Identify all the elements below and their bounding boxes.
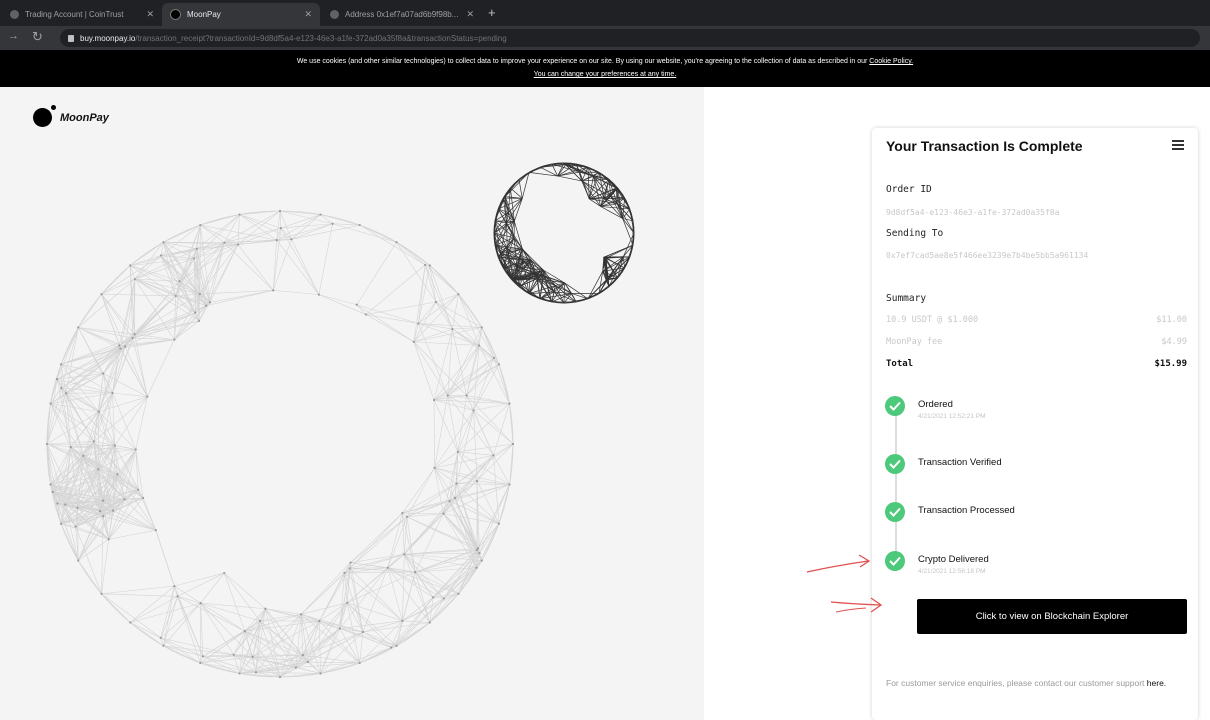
summary-row-label: 10.9 USDT @ $1.000	[886, 315, 979, 325]
browser-tab-3[interactable]: Address 0x1ef7a07ad6b9f98b... ✕	[322, 3, 482, 26]
annotation-arrow-icon	[830, 597, 883, 613]
tab-favicon-icon	[10, 10, 19, 19]
order-id-value: 9d8df5a4-e123-46e3-a1fe-372ad0a35f8a	[886, 208, 1060, 217]
cookie-banner: We use cookies (and other similar techno…	[0, 50, 1210, 87]
hamburger-menu-icon[interactable]	[1172, 140, 1184, 152]
browser-address-bar: → ↻ buy.moonpay.io /transaction_receipt?…	[0, 26, 1210, 50]
cookie-preferences-link[interactable]: You can change your preferences at any t…	[0, 68, 1210, 81]
step-time: 4/21/2021 12:56:18 PM	[918, 568, 986, 575]
summary-row: MoonPay fee $4.99	[886, 337, 1187, 347]
total-value: $15.99	[1154, 359, 1187, 369]
moonpay-logo-icon	[33, 105, 56, 127]
order-id-label: Order ID	[886, 184, 932, 195]
transaction-card: Your Transaction Is Complete Order ID 9d…	[872, 128, 1198, 720]
large-wireframe-globe	[45, 209, 515, 679]
tab-favicon-icon	[330, 10, 339, 19]
cookie-policy-link[interactable]: Cookie Policy.	[869, 58, 913, 65]
url-path: /transaction_receipt?transactionId=9d8df…	[135, 33, 507, 43]
support-message: For customer service enquiries, please c…	[886, 678, 1145, 688]
summary-row-value: $4.99	[1161, 337, 1187, 347]
lock-icon	[68, 34, 74, 42]
browser-tab-1[interactable]: Trading Account | CoinTrust ✕	[2, 3, 162, 26]
check-circle-icon	[885, 551, 905, 571]
hero-panel: MoonPay	[0, 87, 704, 720]
progress-line	[895, 406, 897, 564]
new-tab-icon[interactable]: +	[488, 5, 496, 20]
tab-title: Address 0x1ef7a07ad6b9f98b...	[345, 10, 459, 19]
cookie-banner-line: We use cookies (and other similar techno…	[0, 55, 1210, 68]
total-row: Total $15.99	[886, 359, 1187, 369]
step-time: 4/21/2021 12:52:21 PM	[918, 413, 986, 420]
forward-arrow-icon[interactable]: →	[8, 30, 19, 42]
reload-icon[interactable]: ↻	[32, 29, 43, 45]
url-host: buy.moonpay.io	[80, 33, 136, 43]
check-circle-icon	[885, 454, 905, 474]
tab-close-icon[interactable]: ✕	[466, 9, 474, 20]
check-circle-icon	[885, 502, 905, 522]
annotation-arrow-icon	[806, 554, 871, 573]
small-wireframe-globe	[493, 162, 635, 304]
tab-title: Trading Account | CoinTrust	[25, 10, 124, 19]
total-label: Total	[886, 359, 914, 369]
card-title: Your Transaction Is Complete	[886, 138, 1083, 154]
summary-row-value: $11.00	[1156, 315, 1187, 325]
summary-row: 10.9 USDT @ $1.000 $11.00	[886, 315, 1187, 325]
tab-title: MoonPay	[187, 10, 221, 19]
check-circle-icon	[885, 396, 905, 416]
support-text: For customer service enquiries, please c…	[886, 674, 1176, 692]
step-label: Transaction Processed	[918, 505, 1015, 516]
browser-tab-bar: Trading Account | CoinTrust ✕ MoonPay ✕ …	[0, 0, 1210, 26]
url-input[interactable]: buy.moonpay.io /transaction_receipt?tran…	[60, 29, 1200, 47]
step-label: Transaction Verified	[918, 457, 1002, 468]
cookie-banner-text: We use cookies (and other similar techno…	[296, 58, 868, 65]
tab-close-icon[interactable]: ✕	[146, 9, 154, 20]
tab-close-icon[interactable]: ✕	[304, 9, 312, 20]
globe-illustration	[45, 162, 635, 679]
browser-tab-2[interactable]: MoonPay ✕	[162, 3, 320, 26]
blockchain-explorer-button[interactable]: Click to view on Blockchain Explorer	[917, 599, 1187, 634]
step-label: Ordered	[918, 399, 953, 410]
step-label: Crypto Delivered	[918, 554, 989, 565]
summary-row-label: MoonPay fee	[886, 337, 943, 347]
support-link[interactable]: here.	[1147, 678, 1166, 688]
moonpay-logo[interactable]: MoonPay	[33, 105, 109, 127]
tab-favicon-icon	[170, 9, 181, 20]
sending-to-value: 0x7ef7cad5ae8e5f466ee3239e7b4be5bb5a9611…	[886, 251, 1089, 260]
summary-label: Summary	[886, 293, 927, 304]
sending-to-label: Sending To	[886, 228, 944, 239]
brand-name: MoonPay	[60, 111, 109, 124]
